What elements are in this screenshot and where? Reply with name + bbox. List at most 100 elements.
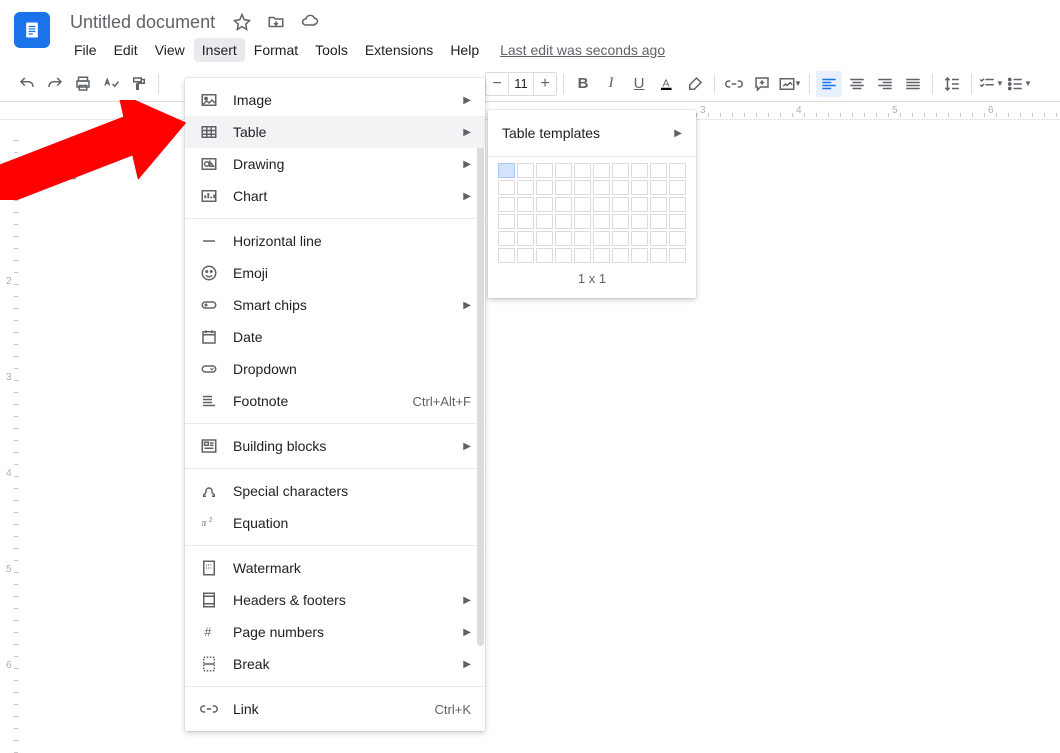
grid-cell[interactable]: [498, 214, 515, 229]
insert-emoji[interactable]: Emoji: [185, 257, 485, 289]
insert-image-button[interactable]: ▼: [777, 71, 803, 97]
insert-dropdown[interactable]: Dropdown: [185, 353, 485, 385]
font-size-decrease[interactable]: −: [486, 75, 508, 93]
grid-cell[interactable]: [517, 214, 534, 229]
menu-edit[interactable]: Edit: [106, 38, 146, 62]
grid-cell[interactable]: [555, 214, 572, 229]
grid-cell[interactable]: [593, 180, 610, 195]
align-right-button[interactable]: [872, 71, 898, 97]
undo-button[interactable]: [14, 71, 40, 97]
align-justify-button[interactable]: [900, 71, 926, 97]
move-icon[interactable]: [265, 11, 287, 33]
grid-cell[interactable]: [631, 180, 648, 195]
insert-horizontal-line[interactable]: Horizontal line: [185, 225, 485, 257]
insert-special-characters[interactable]: Special characters: [185, 475, 485, 507]
grid-cell[interactable]: [631, 231, 648, 246]
grid-cell[interactable]: [612, 197, 629, 212]
insert-link-button[interactable]: [721, 71, 747, 97]
grid-cell[interactable]: [650, 163, 667, 178]
menu-view[interactable]: View: [147, 38, 193, 62]
grid-cell[interactable]: [631, 248, 648, 263]
font-size-increase[interactable]: +: [534, 75, 556, 93]
insert-page-numbers[interactable]: #Page numbers▶: [185, 616, 485, 648]
grid-cell[interactable]: [650, 231, 667, 246]
highlight-button[interactable]: [682, 71, 708, 97]
grid-cell[interactable]: [498, 248, 515, 263]
paint-format-button[interactable]: [126, 71, 152, 97]
insert-date[interactable]: Date: [185, 321, 485, 353]
grid-cell[interactable]: [574, 197, 591, 212]
add-comment-button[interactable]: [749, 71, 775, 97]
grid-cell[interactable]: [536, 180, 553, 195]
grid-cell[interactable]: [650, 248, 667, 263]
table-templates-item[interactable]: Table templates ▶: [488, 116, 696, 150]
grid-cell[interactable]: [574, 248, 591, 263]
grid-cell[interactable]: [555, 231, 572, 246]
align-left-button[interactable]: [816, 71, 842, 97]
insert-footnote[interactable]: FootnoteCtrl+Alt+F: [185, 385, 485, 417]
grid-cell[interactable]: [669, 197, 686, 212]
menu-insert[interactable]: Insert: [194, 38, 245, 62]
grid-cell[interactable]: [555, 197, 572, 212]
grid-cell[interactable]: [517, 248, 534, 263]
docs-logo[interactable]: [14, 12, 50, 48]
menu-help[interactable]: Help: [442, 38, 487, 62]
italic-button[interactable]: I: [598, 71, 624, 97]
last-edit-link[interactable]: Last edit was seconds ago: [500, 42, 665, 58]
underline-button[interactable]: U: [626, 71, 652, 97]
line-spacing-button[interactable]: [939, 71, 965, 97]
grid-cell[interactable]: [498, 163, 515, 178]
insert-watermark[interactable]: Watermark: [185, 552, 485, 584]
insert-chart[interactable]: Chart▶: [185, 180, 485, 212]
grid-cell[interactable]: [631, 197, 648, 212]
spellcheck-button[interactable]: [98, 71, 124, 97]
doc-title[interactable]: Untitled document: [66, 10, 219, 35]
insert-smart-chips[interactable]: Smart chips▶: [185, 289, 485, 321]
grid-cell[interactable]: [517, 180, 534, 195]
grid-cell[interactable]: [593, 231, 610, 246]
grid-cell[interactable]: [555, 180, 572, 195]
bold-button[interactable]: B: [570, 71, 596, 97]
grid-cell[interactable]: [650, 214, 667, 229]
font-size-value[interactable]: 11: [508, 73, 534, 95]
grid-cell[interactable]: [669, 214, 686, 229]
grid-cell[interactable]: [536, 214, 553, 229]
table-size-grid[interactable]: [498, 163, 686, 263]
insert-headers-footers[interactable]: Headers & footers▶: [185, 584, 485, 616]
grid-cell[interactable]: [650, 180, 667, 195]
text-color-button[interactable]: A: [654, 71, 680, 97]
grid-cell[interactable]: [612, 231, 629, 246]
grid-cell[interactable]: [574, 180, 591, 195]
align-center-button[interactable]: [844, 71, 870, 97]
grid-cell[interactable]: [498, 197, 515, 212]
insert-image[interactable]: Image▶: [185, 84, 485, 116]
print-button[interactable]: [70, 71, 96, 97]
grid-cell[interactable]: [555, 248, 572, 263]
grid-cell[interactable]: [536, 248, 553, 263]
redo-button[interactable]: [42, 71, 68, 97]
grid-cell[interactable]: [669, 180, 686, 195]
menu-tools[interactable]: Tools: [307, 38, 356, 62]
grid-cell[interactable]: [612, 214, 629, 229]
grid-cell[interactable]: [517, 163, 534, 178]
insert-table[interactable]: Table▶: [185, 116, 485, 148]
grid-cell[interactable]: [536, 231, 553, 246]
grid-cell[interactable]: [498, 180, 515, 195]
menu-format[interactable]: Format: [246, 38, 306, 62]
grid-cell[interactable]: [669, 248, 686, 263]
grid-cell[interactable]: [517, 231, 534, 246]
insert-drawing[interactable]: Drawing▶: [185, 148, 485, 180]
grid-cell[interactable]: [669, 231, 686, 246]
insert-equation[interactable]: π2Equation: [185, 507, 485, 539]
grid-cell[interactable]: [536, 163, 553, 178]
grid-cell[interactable]: [650, 197, 667, 212]
bulleted-list-button[interactable]: ▼: [1006, 71, 1032, 97]
insert-break[interactable]: Break▶: [185, 648, 485, 680]
grid-cell[interactable]: [593, 197, 610, 212]
grid-cell[interactable]: [631, 214, 648, 229]
grid-cell[interactable]: [593, 214, 610, 229]
insert-link[interactable]: LinkCtrl+K: [185, 693, 485, 725]
grid-cell[interactable]: [612, 180, 629, 195]
grid-cell[interactable]: [498, 231, 515, 246]
star-icon[interactable]: [231, 11, 253, 33]
